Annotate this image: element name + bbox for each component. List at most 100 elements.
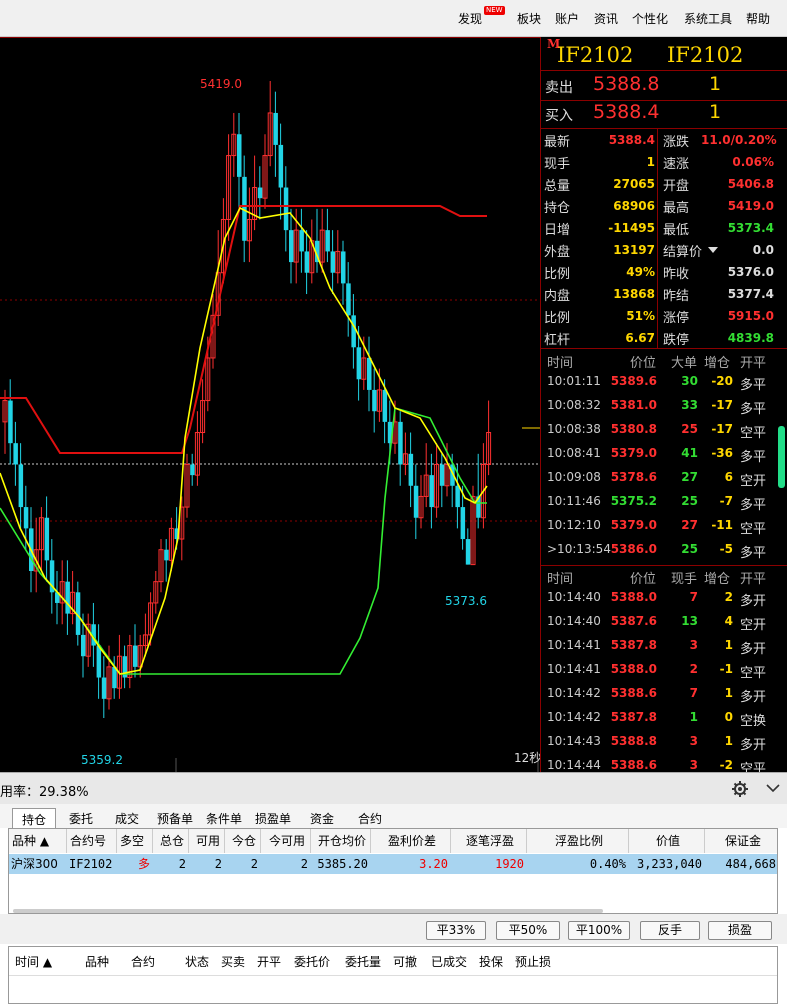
horizontal-scrollbar[interactable] bbox=[13, 909, 603, 913]
stat-value-right: 5915.0 bbox=[727, 309, 774, 323]
stat-value-left: 51% bbox=[626, 309, 655, 323]
row-type: 多开 bbox=[740, 594, 767, 609]
row-change: 0 bbox=[724, 710, 733, 724]
chevron-down-icon[interactable] bbox=[766, 783, 780, 795]
tab-4[interactable]: 条件单 bbox=[200, 810, 248, 827]
order-column-header[interactable]: 品种 bbox=[85, 953, 109, 970]
order-column-header[interactable]: 委托价 bbox=[294, 953, 330, 970]
candle-body bbox=[18, 464, 24, 508]
menu-item-4[interactable]: 个性化 bbox=[632, 10, 668, 27]
cell: 5385.20 bbox=[317, 857, 368, 871]
ask-price[interactable]: 5388.8 bbox=[593, 73, 659, 95]
order-column-header[interactable]: 时间 ▲ bbox=[15, 953, 52, 970]
stat-value-left: 6.67 bbox=[625, 331, 655, 345]
ask-volume: 1 bbox=[709, 73, 722, 95]
candle-body bbox=[23, 507, 29, 529]
row-change: -2 bbox=[719, 758, 733, 772]
menu-item-2[interactable]: 账户 bbox=[555, 10, 579, 27]
stat-value-right: 5373.4 bbox=[727, 221, 774, 235]
column-header[interactable]: 多空 bbox=[117, 829, 153, 853]
button-3[interactable]: 反手 bbox=[640, 921, 700, 940]
column-header[interactable]: 可用 bbox=[189, 829, 225, 853]
column-header[interactable]: 品种 ▲ bbox=[9, 829, 67, 853]
tab-5[interactable]: 损盈单 bbox=[248, 810, 298, 827]
candle-body bbox=[325, 230, 330, 252]
order-column-header[interactable]: 预止损 bbox=[515, 953, 551, 970]
button-2[interactable]: 平100% bbox=[568, 921, 630, 940]
list-header: 大单 bbox=[671, 356, 698, 371]
column-header[interactable]: 今可用 bbox=[261, 829, 311, 853]
order-column-header[interactable]: 合约 bbox=[131, 953, 155, 970]
row-type: 多开 bbox=[740, 690, 767, 705]
column-header[interactable]: 浮盈比例 bbox=[527, 829, 629, 853]
scrollbar-thumb[interactable] bbox=[778, 426, 785, 488]
stat-value-left: 27065 bbox=[613, 177, 655, 191]
tab-3[interactable]: 预备单 bbox=[150, 810, 200, 827]
candle-body bbox=[460, 507, 466, 540]
candle-body bbox=[273, 112, 278, 145]
status-bar: 用率：29.38% bbox=[0, 772, 787, 804]
column-header[interactable]: 保证金 bbox=[705, 829, 777, 853]
button-0[interactable]: 平33% bbox=[426, 921, 486, 940]
candlestick-chart[interactable]: 5419.0 5359.2 5373.6 12秒 bbox=[0, 37, 540, 773]
order-column-header[interactable]: 已成交 bbox=[431, 953, 467, 970]
order-column-header[interactable]: 状态 bbox=[185, 953, 209, 970]
button-4[interactable]: 损盈 bbox=[708, 921, 772, 940]
chart-canvas[interactable]: 5419.0 5359.2 5373.6 12秒 bbox=[0, 38, 540, 773]
divider bbox=[541, 565, 787, 566]
tab-2[interactable]: 成交 bbox=[104, 810, 150, 827]
order-column-header[interactable]: 可撤 bbox=[393, 953, 417, 970]
candle-body bbox=[413, 485, 419, 518]
orders-table: 时间 ▲ 品种 合约 状态 买卖 开平 委托价 委托量 可撤 已成交 投保 预止损 bbox=[8, 946, 778, 1004]
column-header[interactable]: 今仓 bbox=[225, 829, 261, 853]
column-header[interactable]: 开仓均价 bbox=[311, 829, 371, 853]
menu-item-3[interactable]: 资讯 bbox=[594, 10, 618, 27]
menu-item-0[interactable]: 发现 bbox=[458, 10, 482, 27]
order-column-header[interactable]: 投保 bbox=[479, 953, 503, 970]
menu-item-1[interactable]: 板块 bbox=[517, 10, 541, 27]
tab-1[interactable]: 委托 bbox=[58, 810, 104, 827]
symbol-title-2: IF2102 bbox=[667, 43, 744, 67]
gear-icon[interactable] bbox=[732, 781, 748, 797]
cell: 2 bbox=[250, 857, 258, 871]
column-header[interactable]: 逐笔浮盈 bbox=[451, 829, 527, 853]
symbol-title: IF2102 bbox=[557, 43, 634, 67]
row-type: 空开 bbox=[740, 618, 767, 633]
order-column-header[interactable]: 买卖 bbox=[221, 953, 245, 970]
stat-label-right: 涨跌 bbox=[663, 135, 690, 150]
row-type: 多平 bbox=[740, 402, 767, 417]
cell: 多 bbox=[137, 857, 150, 871]
row-change: -20 bbox=[711, 374, 733, 388]
column-header[interactable]: 合约号 bbox=[67, 829, 117, 853]
stat-value-right: 5376.0 bbox=[727, 265, 774, 279]
recent-low-label: 5373.6 bbox=[445, 594, 487, 608]
tab-7[interactable]: 合约 bbox=[346, 810, 394, 827]
menu-item-6[interactable]: 帮助 bbox=[746, 10, 770, 27]
stat-value-right: 4839.8 bbox=[727, 331, 774, 345]
stat-label-left: 持仓 bbox=[544, 201, 571, 216]
column-header[interactable]: 盈利价差 bbox=[371, 829, 451, 853]
high-price-label: 5419.0 bbox=[200, 77, 242, 91]
column-header[interactable]: 价值 bbox=[629, 829, 705, 853]
tab-6[interactable]: 资金 bbox=[298, 810, 346, 827]
candle-body bbox=[44, 517, 50, 561]
candle-body bbox=[190, 464, 195, 476]
menu-item-5[interactable]: 系统工具 bbox=[684, 10, 732, 27]
cell: 2 bbox=[178, 857, 186, 871]
candle-body bbox=[465, 539, 471, 565]
bid-price[interactable]: 5388.4 bbox=[593, 101, 659, 123]
dropdown-arrow-icon[interactable] bbox=[708, 247, 718, 253]
stat-label-left: 现手 bbox=[544, 157, 571, 172]
button-1[interactable]: 平50% bbox=[496, 921, 560, 940]
period-label: 12秒 bbox=[514, 751, 540, 765]
stat-value-right: 11.0/0.20% bbox=[701, 133, 777, 147]
stat-label-left: 内盘 bbox=[544, 289, 571, 304]
divider bbox=[541, 348, 787, 349]
stat-label-right: 涨停 bbox=[663, 311, 690, 326]
column-header[interactable]: 总仓 bbox=[153, 829, 189, 853]
order-column-header[interactable]: 委托量 bbox=[345, 953, 381, 970]
tab-0[interactable]: 持仓 bbox=[12, 808, 56, 829]
order-column-header[interactable]: 开平 bbox=[257, 953, 281, 970]
list-header: 增仓 bbox=[704, 356, 731, 371]
candle-body bbox=[101, 677, 107, 699]
